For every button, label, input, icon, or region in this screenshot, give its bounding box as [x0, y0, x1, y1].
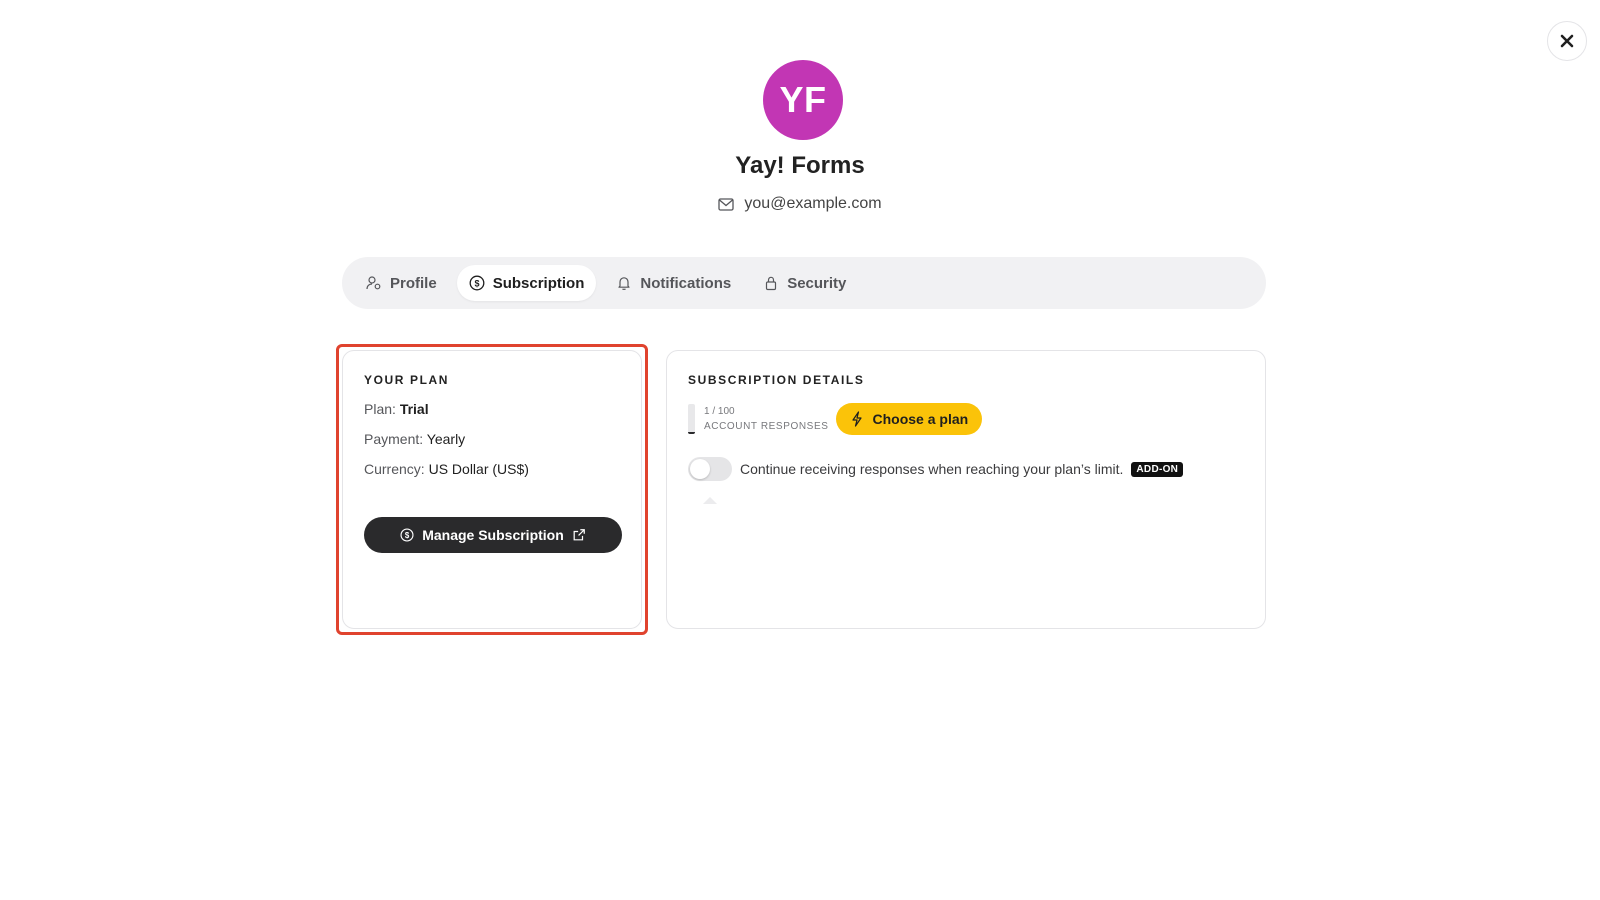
overage-toggle-label: Continue receiving responses when reachi…	[740, 461, 1124, 477]
close-icon	[1560, 34, 1574, 48]
usage-label: ACCOUNT RESPONSES	[704, 421, 829, 432]
overage-toggle-row: Continue receiving responses when reachi…	[688, 457, 1244, 481]
account-email: you@example.com	[744, 195, 882, 212]
tab-security[interactable]: Security	[751, 265, 858, 301]
usage-progress-bar	[688, 404, 695, 434]
usage-text: 1 / 100 ACCOUNT RESPONSES	[704, 404, 828, 434]
avatar: YF	[763, 60, 843, 140]
tab-subscription-label: Subscription	[492, 274, 585, 292]
tab-notifications[interactable]: Notifications	[604, 265, 743, 301]
usage-progress-fill	[688, 432, 695, 434]
toggle-knob	[690, 459, 710, 479]
overage-toggle[interactable]	[688, 457, 732, 481]
tab-notifications-label: Notifications	[640, 274, 732, 292]
tab-profile[interactable]: Profile	[354, 265, 449, 301]
settings-tabs: Profile $ Subscription Notifications Sec…	[342, 257, 1266, 309]
tooltip-caret	[703, 497, 717, 504]
subscription-details-title: SUBSCRIPTION DETAILS	[688, 373, 865, 387]
tab-security-label: Security	[787, 274, 847, 292]
usage-count: 1 / 100	[704, 406, 735, 417]
dollar-circle-icon: $	[469, 275, 485, 291]
lightning-icon	[852, 411, 863, 427]
choose-plan-button[interactable]: Choose a plan	[836, 403, 983, 435]
user-settings-icon	[366, 276, 381, 290]
svg-text:$: $	[474, 278, 479, 288]
tab-profile-label: Profile	[390, 274, 437, 292]
tab-subscription[interactable]: $ Subscription	[456, 265, 597, 301]
addon-badge: ADD-ON	[1131, 461, 1184, 477]
email-row: you@example.com	[0, 195, 1600, 213]
lock-icon	[766, 276, 777, 291]
subscription-details-card: SUBSCRIPTION DETAILS 1 / 100 ACCOUNT RES…	[666, 350, 1266, 629]
bell-icon	[618, 277, 630, 290]
account-name: Yay! Forms	[735, 152, 865, 179]
usage-row: 1 / 100 ACCOUNT RESPONSES Choose a plan	[688, 403, 1244, 435]
choose-plan-label: Choose a plan	[872, 411, 969, 427]
plan-card-highlight	[336, 344, 648, 635]
mail-icon	[718, 197, 735, 211]
close-button[interactable]	[1547, 21, 1587, 61]
